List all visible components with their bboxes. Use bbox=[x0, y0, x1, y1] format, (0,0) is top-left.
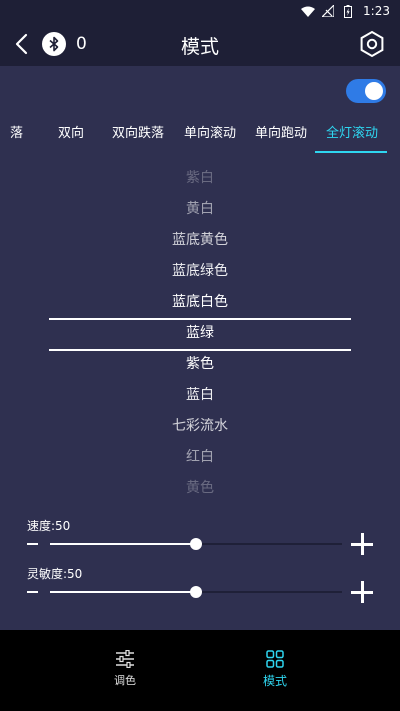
picker-item[interactable]: 黄白 bbox=[0, 194, 400, 225]
speed-plus-button[interactable] bbox=[351, 533, 373, 555]
sensitivity-label: 灵敏度:50 bbox=[27, 567, 83, 581]
picker-item[interactable]: 红白 bbox=[0, 442, 400, 473]
settings-button[interactable] bbox=[358, 30, 386, 58]
picker-item[interactable]: 蓝底黄色 bbox=[0, 225, 400, 256]
bluetooth-device-count: 0 bbox=[76, 34, 87, 54]
tab-mode[interactable]: 落 bbox=[10, 122, 23, 141]
speed-label: 速度:50 bbox=[27, 519, 71, 533]
speed-slider[interactable] bbox=[50, 538, 342, 550]
picker-item[interactable]: 蓝白 bbox=[0, 380, 400, 411]
sensitivity-plus-button[interactable] bbox=[351, 581, 373, 603]
battery-icon bbox=[341, 4, 355, 18]
tab-mode[interactable]: 双向 bbox=[58, 122, 84, 141]
nav-mode-label: 模式 bbox=[262, 674, 287, 688]
no-signal-icon bbox=[321, 5, 335, 17]
status-bar: 1:23 bbox=[0, 0, 400, 22]
sensitivity-slider[interactable] bbox=[50, 586, 342, 598]
picker-item[interactable]: 紫色 bbox=[0, 349, 400, 380]
mode-tabs: 落 双向 双向跌落 单向滚动 单向跑动 全灯滚动 bbox=[0, 114, 400, 154]
sensitivity-minus-button[interactable] bbox=[27, 591, 38, 593]
picker-item[interactable]: 黄色 bbox=[0, 473, 400, 504]
picker-item-selected[interactable]: 蓝绿 bbox=[0, 318, 400, 349]
wifi-icon bbox=[301, 5, 316, 17]
speed-minus-button[interactable] bbox=[27, 543, 38, 545]
effect-picker[interactable]: 紫白 黄白 蓝底黄色 蓝底绿色 蓝底白色 蓝绿 紫色 蓝白 七彩流水 红白 黄色 bbox=[0, 163, 400, 507]
bottom-nav: 调色 模式 bbox=[0, 630, 400, 711]
hexagon-settings-icon bbox=[360, 30, 384, 58]
tab-mode[interactable]: 双向跌落 bbox=[112, 122, 164, 141]
nav-mode[interactable]: 模式 bbox=[245, 650, 305, 689]
picker-item[interactable]: 蓝底绿色 bbox=[0, 256, 400, 287]
sensitivity-slider-thumb[interactable] bbox=[190, 586, 202, 598]
back-button[interactable] bbox=[8, 30, 34, 58]
picker-item[interactable]: 七彩流水 bbox=[0, 411, 400, 442]
nav-color-label: 调色 bbox=[114, 674, 136, 687]
bluetooth-icon bbox=[49, 36, 59, 52]
tab-mode[interactable]: 单向滚动 bbox=[184, 122, 236, 141]
toggle-knob bbox=[365, 82, 383, 100]
app-header: 0 模式 bbox=[0, 22, 400, 66]
grid-icon bbox=[266, 650, 284, 668]
active-tab-indicator bbox=[315, 151, 387, 153]
chevron-left-icon bbox=[15, 33, 28, 55]
sensitivity-slider-fill bbox=[50, 591, 196, 593]
tab-mode[interactable]: 单向跑动 bbox=[255, 122, 307, 141]
tab-mode-active[interactable]: 全灯滚动 bbox=[326, 122, 378, 141]
nav-color[interactable]: 调色 bbox=[95, 650, 155, 688]
speed-slider-fill bbox=[50, 543, 196, 545]
status-time: 1:23 bbox=[363, 4, 390, 18]
bluetooth-button[interactable] bbox=[42, 32, 66, 56]
picker-item[interactable]: 紫白 bbox=[0, 163, 400, 194]
picker-item[interactable]: 蓝底白色 bbox=[0, 287, 400, 318]
sliders-icon bbox=[116, 650, 134, 668]
speed-slider-thumb[interactable] bbox=[190, 538, 202, 550]
power-toggle[interactable] bbox=[346, 79, 386, 103]
